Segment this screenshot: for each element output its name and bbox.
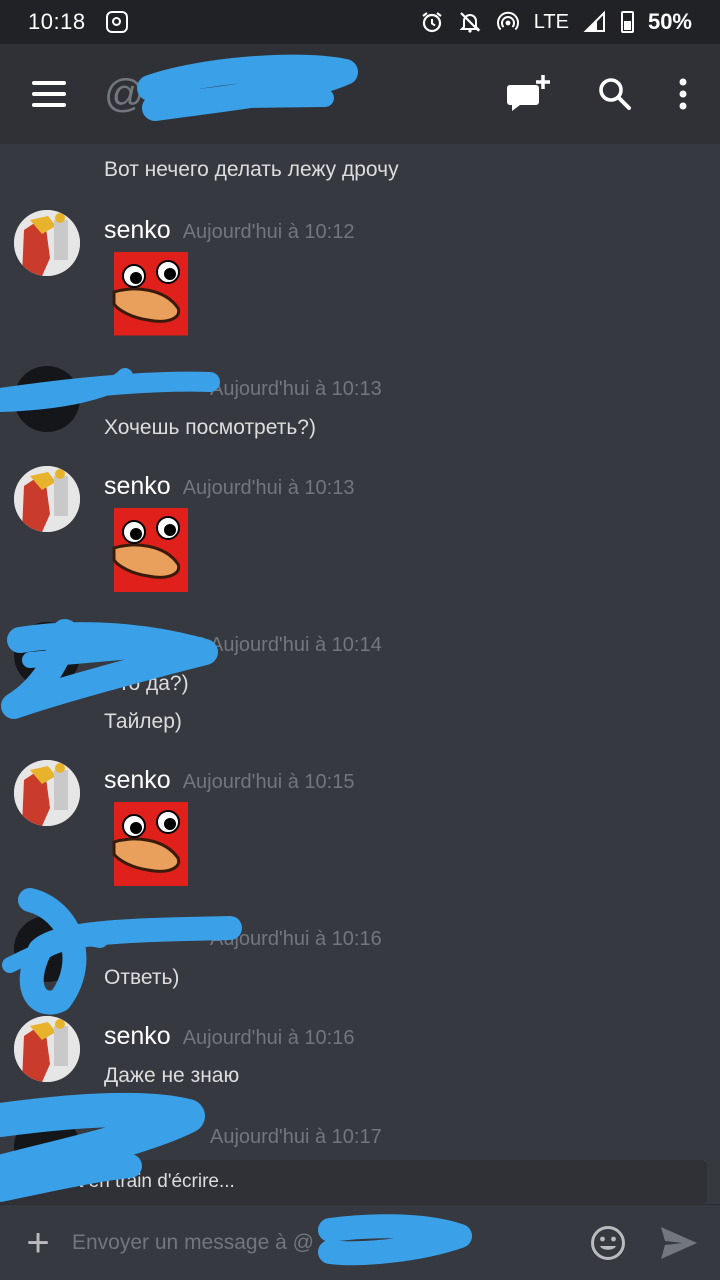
username[interactable]: senko <box>104 472 171 501</box>
username[interactable]: senko <box>104 766 171 795</box>
network-type: LTE <box>533 10 569 33</box>
message-text: Тайлер) <box>104 710 182 733</box>
knuckles-sticker[interactable] <box>104 802 188 886</box>
add-attachment-icon[interactable]: + <box>22 1223 54 1263</box>
alarm-icon <box>422 12 442 33</box>
avatar[interactable] <box>14 210 80 276</box>
knuckles-sticker[interactable] <box>104 252 188 336</box>
send-icon[interactable] <box>660 1226 698 1260</box>
channel-header: @ <box>0 44 720 144</box>
timestamp: Aujourd'hui à 10:12 <box>182 221 355 243</box>
battery-percent: 50% <box>647 9 692 34</box>
status-icons: LTE 50% <box>420 9 692 35</box>
battery-icon <box>620 11 634 33</box>
notifications-off-icon <box>459 12 481 33</box>
knuckles-sticker[interactable] <box>104 508 188 592</box>
hotspot-icon <box>496 11 519 31</box>
avatar[interactable] <box>14 366 80 432</box>
message-meta: Aujourd'hui à 10:17 <box>210 1126 382 1149</box>
status-time: 10:18 <box>28 9 86 34</box>
avatar[interactable] <box>14 760 80 826</box>
status-bar: 10:18 LTE 50% <box>0 0 720 44</box>
timestamp: Aujourd'hui à 10:13 <box>182 477 355 499</box>
menu-icon[interactable] <box>32 81 66 107</box>
username[interactable]: senko <box>104 1022 171 1051</box>
message-meta: senko Aujourd'hui à 10:12 <box>104 216 354 245</box>
typing-text: est en train d'écrire... <box>58 1171 235 1192</box>
message-meta: senko Aujourd'hui à 10:13 <box>104 472 354 501</box>
message-text: Вот нечего делать лежу дрочу <box>104 158 399 181</box>
message-meta: Aujourd'hui à 10:13 <box>210 378 382 401</box>
timestamp: Aujourd'hui à 10:15 <box>182 771 355 793</box>
avatar[interactable] <box>14 916 80 982</box>
message-composer: + <box>0 1204 720 1280</box>
message-meta: senko Aujourd'hui à 10:15 <box>104 766 354 795</box>
emoji-icon[interactable] <box>590 1225 626 1261</box>
avatar[interactable] <box>14 1016 80 1082</box>
avatar[interactable] <box>14 1114 80 1160</box>
timestamp: Aujourd'hui à 10:17 <box>210 1126 382 1148</box>
message-meta: Aujourd'hui à 10:14 <box>210 634 382 657</box>
more-icon[interactable] <box>678 78 688 110</box>
message-text: Это да?) <box>104 672 189 695</box>
username[interactable]: senko <box>104 216 171 245</box>
message-text: Ответь) <box>104 966 180 989</box>
message-meta: Aujourd'hui à 10:16 <box>210 928 382 951</box>
avatar[interactable] <box>14 466 80 532</box>
message-meta: senko Aujourd'hui à 10:16 <box>104 1022 354 1051</box>
header-actions <box>506 73 688 115</box>
message-text: Даже не знаю <box>104 1064 240 1087</box>
instagram-icon <box>105 11 128 33</box>
timestamp: Aujourd'hui à 10:16 <box>182 1027 355 1049</box>
timestamp: Aujourd'hui à 10:13 <box>210 378 382 400</box>
new-dm-icon[interactable] <box>506 73 552 115</box>
dm-at-symbol: @ <box>104 71 145 116</box>
message-list: Вот нечего делать лежу дрочу senko Aujou… <box>0 144 720 1160</box>
search-icon[interactable] <box>598 77 632 111</box>
timestamp: Aujourd'hui à 10:14 <box>210 634 382 656</box>
message-text: Хочешь посмотреть?) <box>104 416 316 439</box>
signal-icon <box>583 10 605 32</box>
message-input[interactable] <box>72 1222 590 1263</box>
timestamp: Aujourd'hui à 10:16 <box>210 928 382 950</box>
avatar[interactable] <box>14 622 80 688</box>
typing-indicator: est en train d'écrire... <box>0 1160 707 1204</box>
